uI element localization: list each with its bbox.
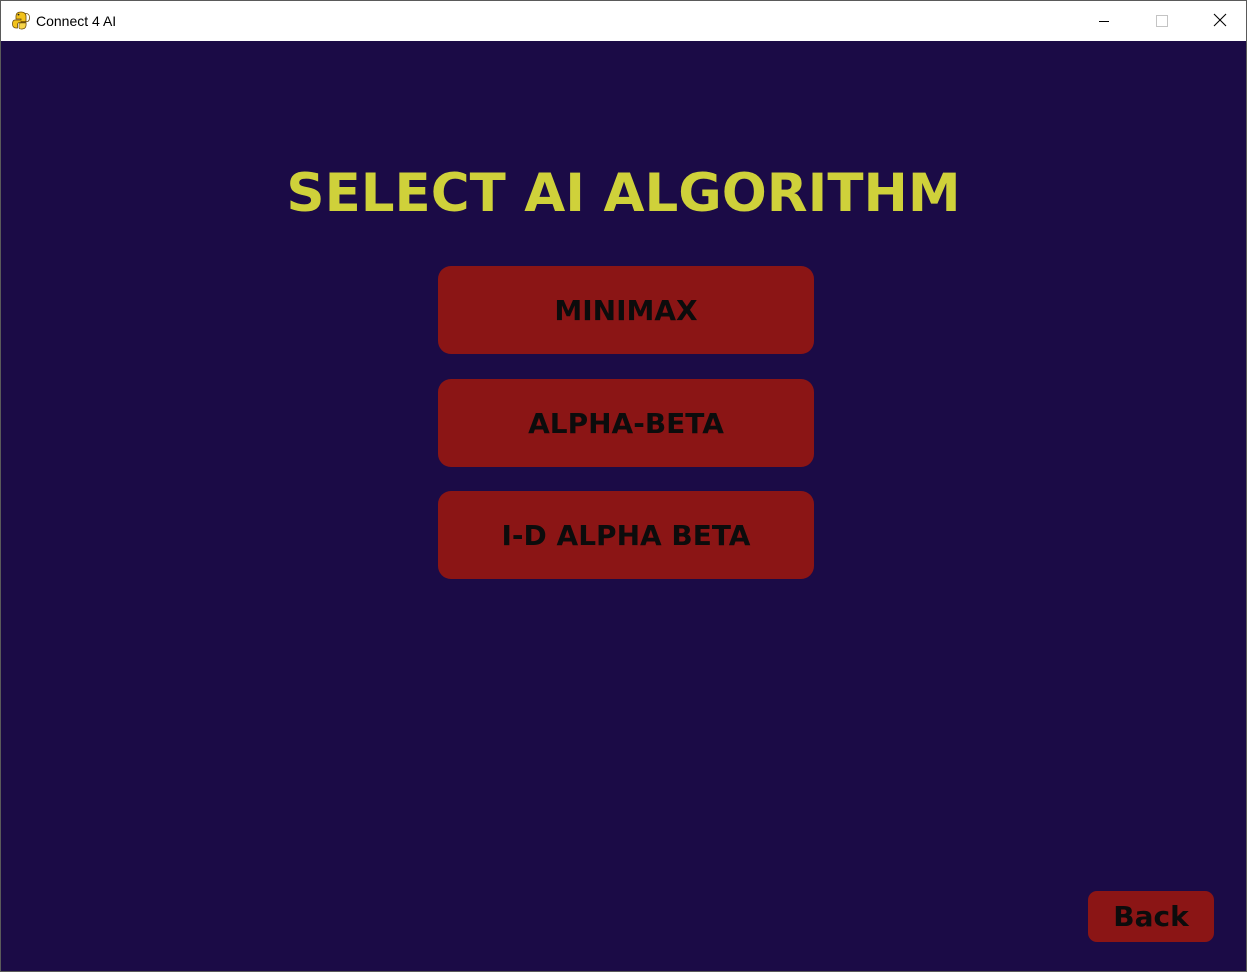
id-alpha-beta-button[interactable]: I-D ALPHA BETA <box>438 491 814 579</box>
window-title: Connect 4 AI <box>36 13 117 29</box>
maximize-icon <box>1156 12 1168 31</box>
close-icon <box>1213 12 1227 31</box>
maximize-button[interactable] <box>1139 1 1185 41</box>
alpha-beta-button-label: ALPHA-BETA <box>528 406 724 440</box>
id-alpha-beta-button-label: I-D ALPHA BETA <box>501 518 751 552</box>
app-window: Connect 4 AI SELECT AI ALGORITHM MINIMAX <box>0 0 1247 972</box>
minimize-icon <box>1098 12 1110 31</box>
game-canvas: SELECT AI ALGORITHM MINIMAX ALPHA-BETA I… <box>1 41 1246 971</box>
alpha-beta-button[interactable]: ALPHA-BETA <box>438 379 814 467</box>
back-button[interactable]: Back <box>1088 891 1214 942</box>
minimax-button-label: MINIMAX <box>554 293 698 327</box>
pygame-snake-icon <box>12 11 30 30</box>
title-bar[interactable]: Connect 4 AI <box>1 1 1246 41</box>
page-title: SELECT AI ALGORITHM <box>286 163 961 224</box>
minimize-button[interactable] <box>1081 1 1127 41</box>
close-button[interactable] <box>1197 1 1243 41</box>
minimax-button[interactable]: MINIMAX <box>438 266 814 354</box>
back-button-label: Back <box>1113 900 1189 933</box>
